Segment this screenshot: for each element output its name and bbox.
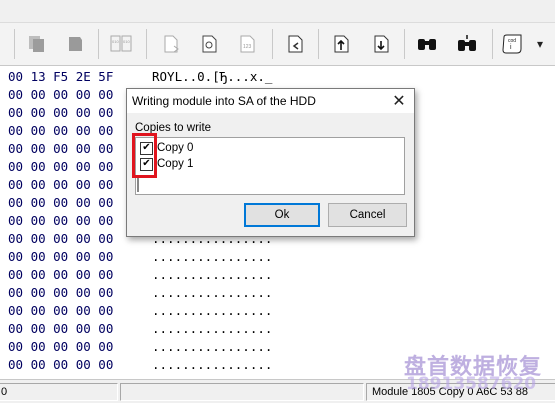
numeric-123-icon[interactable]: 123 (234, 31, 260, 57)
toolbar: 010 010 123 cod i ▾ (0, 23, 555, 66)
close-icon[interactable]: ✕ (386, 90, 412, 112)
toolbar-separator (492, 29, 493, 59)
hex-ascii[interactable]: ................ (152, 248, 272, 266)
hex-bytes[interactable]: 00 00 00 00 00 (8, 248, 113, 266)
hex-ascii[interactable]: ................ (152, 356, 272, 374)
find-icon[interactable] (414, 31, 440, 57)
hex-bytes[interactable]: 00 00 00 00 00 (8, 140, 113, 158)
hex-bytes[interactable]: 00 00 00 00 00 (8, 230, 113, 248)
hex-ascii[interactable]: ................ (152, 338, 272, 356)
hex-bytes[interactable]: 00 00 00 00 00 (8, 266, 113, 284)
hex-bytes[interactable]: 00 00 00 00 00 (8, 338, 113, 356)
top-menu-strip (0, 0, 555, 23)
svg-text:010: 010 (123, 39, 130, 44)
hex-bytes[interactable]: 00 00 00 00 00 (8, 212, 113, 230)
cancel-button[interactable]: Cancel (328, 203, 407, 227)
download-from-hdd-icon[interactable] (368, 31, 394, 57)
hex-ascii[interactable]: ................ (152, 266, 272, 284)
copy-1-label: Copy 1 (157, 158, 194, 170)
hex-bytes[interactable]: 00 00 00 00 00 (8, 104, 113, 122)
copy-icon[interactable] (24, 31, 50, 57)
hex-compare-icon[interactable]: 010 010 (108, 31, 134, 57)
dialog-titlebar: Writing module into SA of the HDD ✕ (127, 89, 414, 113)
ok-button[interactable]: Ok (244, 203, 320, 227)
status-offset: 0 (0, 383, 118, 401)
hex-bytes[interactable]: 00 00 00 00 00 (8, 176, 113, 194)
upload-to-hdd-icon[interactable] (328, 31, 354, 57)
hex-bytes[interactable]: 00 00 00 00 00 (8, 158, 113, 176)
file-export-icon[interactable] (158, 31, 184, 57)
toolbar-separator (318, 29, 319, 59)
hex-bytes[interactable]: 00 13 F5 2E 5F (8, 68, 113, 86)
status-panel-empty (120, 383, 364, 401)
list-caret (137, 176, 139, 192)
copy-0-label: Copy 0 (157, 142, 194, 154)
dialog-title: Writing module into SA of the HDD (132, 94, 316, 108)
toolbar-separator (98, 29, 99, 59)
hex-bytes[interactable]: 00 00 00 00 00 (8, 122, 113, 140)
copies-checklist[interactable]: ✔ Copy 0 ✔ Copy 1 (135, 137, 405, 195)
hex-bytes[interactable]: 00 00 00 00 00 (8, 302, 113, 320)
toolbar-separator (404, 29, 405, 59)
script-icon[interactable]: cod i (500, 31, 526, 57)
toolbar-separator (272, 29, 273, 59)
hex-bytes[interactable]: 00 00 00 00 00 (8, 284, 113, 302)
toolbar-separator (146, 29, 147, 59)
svg-text:123: 123 (243, 44, 252, 50)
hex-ascii[interactable]: ................ (152, 302, 272, 320)
dropdown-arrow-icon[interactable]: ▾ (532, 31, 548, 57)
watermark-phone: 18913587620 (406, 374, 537, 394)
write-module-dialog: Writing module into SA of the HDD ✕ Copi… (126, 88, 415, 237)
hex-bytes[interactable]: 00 00 00 00 00 (8, 356, 113, 374)
goto-offset-icon[interactable] (282, 31, 308, 57)
checkbox-highlight-annotation (132, 133, 157, 178)
hex-bytes[interactable]: 00 00 00 00 00 (8, 194, 113, 212)
paste-icon[interactable] (62, 31, 88, 57)
hex-bytes[interactable]: 00 00 00 00 00 (8, 86, 113, 104)
toolbar-separator (14, 29, 15, 59)
hex-bytes[interactable]: 00 00 00 00 00 (8, 320, 113, 338)
save-module-icon[interactable] (196, 31, 222, 57)
svg-text:010: 010 (112, 39, 119, 44)
hex-ascii[interactable]: ROYL..0.[Ђ...x._ (152, 68, 272, 86)
hex-ascii[interactable]: ................ (152, 284, 272, 302)
hex-ascii[interactable]: ................ (152, 320, 272, 338)
find-next-icon[interactable] (454, 31, 480, 57)
